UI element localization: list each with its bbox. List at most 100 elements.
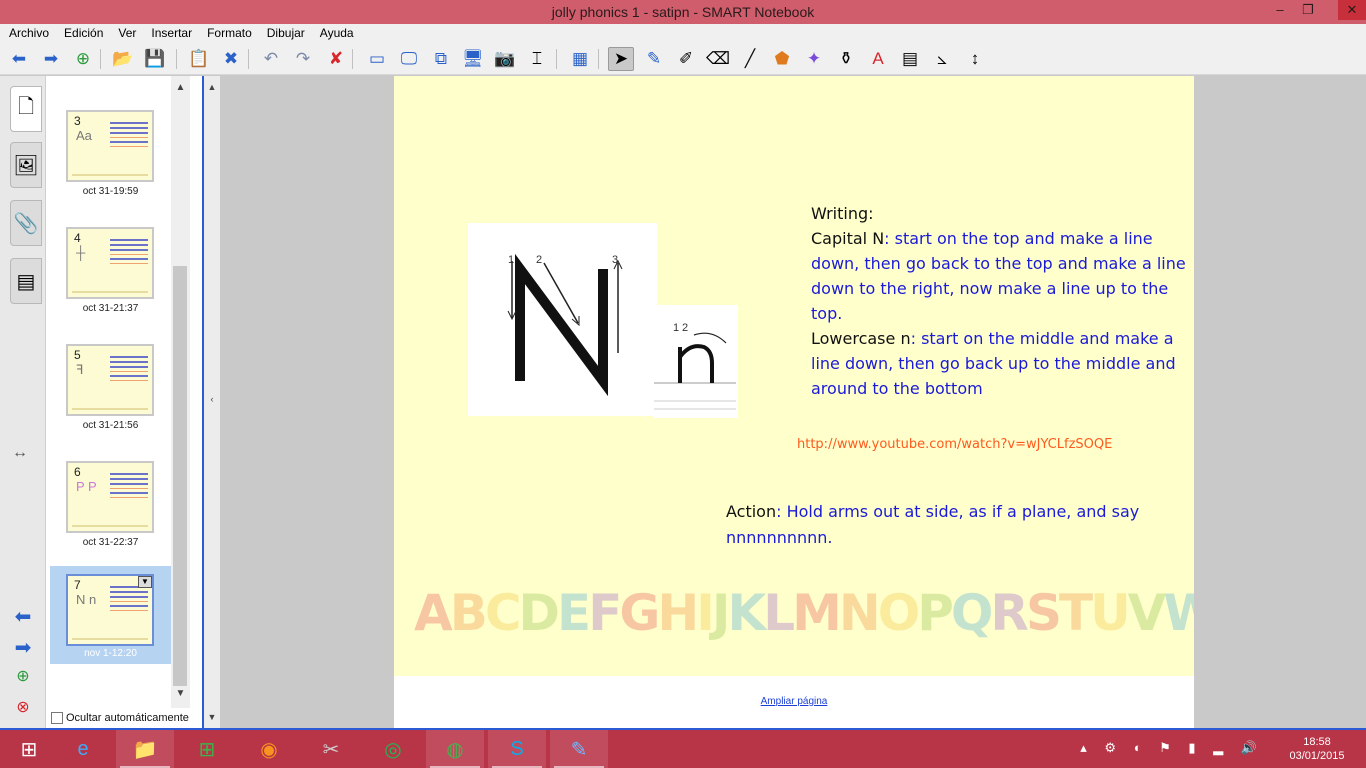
page-date: oct 31-21:37 [82, 303, 139, 314]
minimize-button[interactable]: ‒ [1266, 0, 1294, 20]
skype-task[interactable]: S [488, 730, 546, 768]
add-page-button[interactable]: ⊕ [8, 666, 38, 697]
smart-notebook-task[interactable]: ✎ [550, 730, 608, 768]
thumbnail-glyph: N n [76, 592, 97, 607]
notebook-page[interactable]: 1 2 3 1 2 Writing: Capital N: start on t… [394, 76, 1194, 676]
undo-button[interactable]: ↶ [258, 47, 284, 71]
save-button[interactable]: 💾 [142, 47, 168, 71]
select-button[interactable]: ➤ [608, 47, 634, 71]
pen-button[interactable]: ✎ [641, 47, 667, 71]
page-sorter-tab[interactable]: 🗋 [10, 86, 42, 132]
menu-ayuda[interactable]: Ayuda [311, 24, 360, 40]
fill-button[interactable]: ⚱ [833, 47, 859, 71]
properties-tab[interactable]: ▤ [10, 258, 42, 304]
eraser-icon: ⌫ [705, 49, 731, 68]
tools-app-task[interactable]: ✂ [302, 730, 360, 768]
back-arrow-icon: ⬅ [11, 49, 27, 68]
thumbnail-image: 6 P P [66, 461, 154, 533]
maximize-button[interactable]: ❐ [1294, 0, 1322, 20]
redo-button[interactable]: ↷ [290, 47, 316, 71]
attachments-tab[interactable]: 📎 [10, 200, 42, 246]
screen-shade-button[interactable]: ▭ [364, 47, 390, 71]
panel-splitter[interactable]: ▲ ‹ ▼ [202, 76, 220, 728]
alphabet-letter: T [1058, 584, 1093, 642]
back-arrow-button[interactable]: ⬅ [6, 47, 32, 71]
start-button[interactable]: ⊞ [0, 730, 58, 768]
scroll-thumb[interactable] [173, 266, 187, 686]
capture-button[interactable]: 📷 [492, 47, 518, 71]
shapes-button[interactable]: ⬟ [769, 47, 795, 71]
scroll-up-icon[interactable]: ▲ [171, 82, 190, 93]
internet-explorer-task[interactable]: e [54, 730, 112, 768]
clock[interactable]: 18:58 03/01/2015 [1282, 735, 1352, 763]
paste-button[interactable]: 📋 [186, 47, 212, 71]
properties-button[interactable]: ▤ [897, 47, 923, 71]
delete-button[interactable]: ✘ [323, 47, 349, 71]
menu-dibujar[interactable]: Dibujar [258, 24, 311, 40]
capture-icon: 📷 [494, 49, 516, 68]
line-button[interactable]: ╱ [737, 47, 763, 71]
thumbnail-image: 5 ꟻ [66, 344, 154, 416]
page-date: oct 31-21:56 [82, 420, 139, 431]
page-number: 4 [74, 231, 81, 245]
menu-formato[interactable]: Formato [198, 24, 258, 40]
title-bar: jolly phonics 1 - satipn - SMART Noteboo… [0, 0, 1366, 24]
eraser-button[interactable]: ⌫ [705, 47, 731, 71]
file-explorer-task[interactable]: 📁 [116, 730, 174, 768]
add-page-button[interactable]: ⊕ [70, 47, 96, 71]
page-number: 6 [74, 465, 81, 479]
page-menu-dropdown-icon[interactable]: ▼ [138, 576, 152, 588]
menu-insertar[interactable]: Insertar [142, 24, 198, 40]
thumbnail-glyph: ┼ [76, 245, 86, 260]
enlarge-page-link[interactable]: Ampliar página [394, 696, 1194, 707]
full-screen-button[interactable]: 🖵 [396, 47, 422, 71]
creative-pen-button[interactable]: ✐ [673, 47, 699, 71]
page-thumbnail-4[interactable]: 4 ┼ oct 31-21:37 [50, 221, 171, 321]
menu-edicion[interactable]: Edición [55, 24, 109, 40]
menu-archivo[interactable]: Archivo [0, 24, 55, 40]
thumbnail-glyph: P P [76, 479, 97, 494]
writing-instructions[interactable]: Writing: Capital N: start on the top and… [811, 201, 1191, 401]
delete-page-button[interactable]: ⊗ [8, 697, 38, 728]
move-toolbar-button[interactable]: ↕ [962, 47, 988, 71]
page-thumbnail-7[interactable]: 7 N n ▼ nov 1-12:20 [50, 566, 171, 664]
delete-page-button[interactable]: ✖ [218, 47, 244, 71]
collapse-down-icon[interactable]: ▼ [206, 712, 218, 722]
store-icon: ⊞ [198, 738, 216, 761]
alphabet-letter: W [1163, 584, 1194, 642]
letter-n-stroke-image[interactable]: 1 2 3 1 2 [468, 223, 738, 418]
collapse-up-icon[interactable]: ▲ [206, 82, 218, 92]
scroll-down-icon[interactable]: ▼ [171, 688, 190, 699]
forward-arrow-button[interactable]: ➡ [38, 47, 64, 71]
show-screen-button[interactable]: 🖥 [460, 47, 486, 71]
measurement-tools-button[interactable]: ⦣ [929, 47, 955, 71]
dual-page-button[interactable]: ⧉ [428, 47, 454, 71]
sorter-scrollbar[interactable]: ▲ ▼ [171, 76, 190, 728]
resize-arrows-icon[interactable]: ↔ [12, 444, 28, 462]
next-page-button[interactable]: ➡ [8, 635, 38, 666]
gallery-tab[interactable]: 🖼 [10, 142, 42, 188]
page-thumbnail-3[interactable]: 3 Aa oct 31-19:59 [50, 104, 171, 204]
menu-bar: Archivo Edición Ver Insertar Formato Dibujar A… [0, 24, 1366, 43]
page-thumbnail-5[interactable]: 5 ꟻ oct 31-21:56 [50, 338, 171, 438]
previous-page-button[interactable]: ⬅ [8, 604, 38, 635]
chrome-task[interactable]: ◍ [426, 730, 484, 768]
spotify-task[interactable]: ◎ [364, 730, 422, 768]
magic-pen-button[interactable]: ✦ [801, 47, 827, 71]
collapse-handle-icon[interactable]: ‹ [206, 394, 218, 404]
autohide-checkbox[interactable] [51, 712, 63, 724]
alphabet-letter: U [1090, 584, 1131, 642]
document-camera-button[interactable]: ⌶ [524, 47, 550, 71]
system-tray[interactable]: ▴ ⚙ ◐ ⚑ ▮ ▂ 🔊 [1080, 740, 1264, 756]
page-thumbnail-6[interactable]: 6 P P oct 31-22:37 [50, 455, 171, 555]
text-button[interactable]: A [865, 47, 891, 71]
open-folder-button[interactable]: 📂 [110, 47, 136, 71]
page-date: oct 31-22:37 [82, 537, 139, 548]
table-button[interactable]: ▦ [567, 47, 593, 71]
youtube-link[interactable]: http://www.youtube.com/watch?v=wJYCLfzSO… [797, 437, 1112, 452]
store-task[interactable]: ⊞ [178, 730, 236, 768]
close-button[interactable]: ✕ [1338, 0, 1366, 20]
menu-ver[interactable]: Ver [109, 24, 142, 40]
action-instruction[interactable]: Action: Hold arms out at side, as if a p… [726, 499, 1176, 551]
color-app-task[interactable]: ◉ [240, 730, 298, 768]
